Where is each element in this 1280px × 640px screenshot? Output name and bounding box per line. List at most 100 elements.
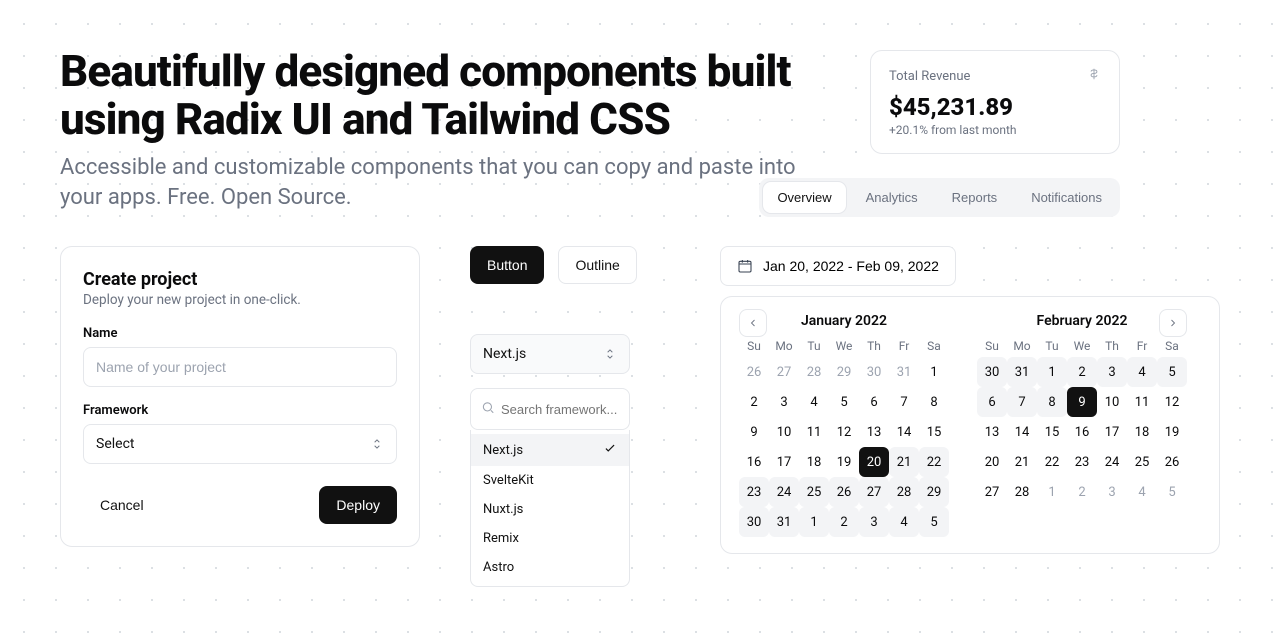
tabs: OverviewAnalyticsReportsNotifications [759,178,1120,217]
deploy-button[interactable]: Deploy [319,486,397,524]
calendar-day[interactable]: 8 [1037,387,1067,417]
calendar-day[interactable]: 28 [1007,477,1037,507]
calendar-day[interactable]: 1 [919,357,949,387]
calendar-day[interactable]: 11 [1127,387,1157,417]
calendar-day[interactable]: 22 [1037,447,1067,477]
framework-label: Framework [83,403,397,418]
calendar-day[interactable]: 19 [1157,417,1187,447]
cancel-button[interactable]: Cancel [83,486,161,524]
calendar-day[interactable]: 31 [1007,357,1037,387]
calendar-day[interactable]: 30 [977,357,1007,387]
tab-notifications[interactable]: Notifications [1017,182,1116,213]
calendar-day[interactable]: 5 [829,387,859,417]
calendar-day[interactable]: 29 [919,477,949,507]
calendar-day[interactable]: 20 [859,447,889,477]
calendar-day[interactable]: 15 [1037,417,1067,447]
combobox-option[interactable]: Next.js [471,434,629,466]
project-name-input[interactable] [83,347,397,387]
calendar-day[interactable]: 16 [739,447,769,477]
calendar-day[interactable]: 4 [889,507,919,537]
calendar-day[interactable]: 26 [1157,447,1187,477]
calendar-day[interactable]: 19 [829,447,859,477]
chevron-updown-icon [370,437,384,451]
calendar-day[interactable]: 17 [769,447,799,477]
combobox-option[interactable]: Nuxt.js [471,495,629,524]
dow-label: Mo [1007,339,1037,353]
prev-month-button[interactable] [739,309,767,337]
calendar-day[interactable]: 6 [977,387,1007,417]
calendar-day[interactable]: 18 [799,447,829,477]
calendar-day[interactable]: 1 [1037,357,1067,387]
calendar-day[interactable]: 28 [889,477,919,507]
dow-label: Fr [889,339,919,353]
calendar-day[interactable]: 23 [1067,447,1097,477]
button-primary[interactable]: Button [470,246,544,284]
calendar-day[interactable]: 27 [859,477,889,507]
framework-select[interactable]: Select [83,424,397,464]
search-icon [481,400,495,419]
calendar-day[interactable]: 22 [919,447,949,477]
calendar-day[interactable]: 24 [1097,447,1127,477]
calendar-day[interactable]: 14 [1007,417,1037,447]
calendar-day[interactable]: 20 [977,447,1007,477]
tab-analytics[interactable]: Analytics [852,182,932,213]
next-month-button[interactable] [1159,309,1187,337]
dow-label: We [829,339,859,353]
calendar-day[interactable]: 13 [977,417,1007,447]
calendar-day[interactable]: 10 [769,417,799,447]
calendar-day[interactable]: 10 [1097,387,1127,417]
dow-label: Sa [919,339,949,353]
calendar-day[interactable]: 4 [799,387,829,417]
name-label: Name [83,326,397,341]
calendar-day[interactable]: 23 [739,477,769,507]
tab-overview[interactable]: Overview [763,182,845,213]
calendar-day[interactable]: 26 [829,477,859,507]
button-outline[interactable]: Outline [558,246,636,284]
calendar-day[interactable]: 12 [1157,387,1187,417]
calendar-day[interactable]: 5 [1157,357,1187,387]
calendar-day[interactable]: 17 [1097,417,1127,447]
calendar-day[interactable]: 16 [1067,417,1097,447]
calendar-day[interactable]: 3 [769,387,799,417]
check-icon [603,441,617,459]
calendar-day[interactable]: 21 [1007,447,1037,477]
calendar-day[interactable]: 2 [829,507,859,537]
calendar-day[interactable]: 21 [889,447,919,477]
calendar-day[interactable]: 14 [889,417,919,447]
calendar-day[interactable]: 24 [769,477,799,507]
calendar-day[interactable]: 15 [919,417,949,447]
calendar-day[interactable]: 31 [769,507,799,537]
calendar-day[interactable]: 4 [1127,357,1157,387]
date-range-value: Jan 20, 2022 - Feb 09, 2022 [763,258,939,274]
calendar-day[interactable]: 11 [799,417,829,447]
calendar-day[interactable]: 12 [829,417,859,447]
calendar-day[interactable]: 9 [739,417,769,447]
calendar-day[interactable]: 25 [1127,447,1157,477]
calendar-day[interactable]: 13 [859,417,889,447]
calendar-day[interactable]: 30 [739,507,769,537]
calendar-day: 27 [769,357,799,387]
calendar-day[interactable]: 2 [1067,357,1097,387]
samples-column: Button Outline Next.js Next.jsSvelteKitN… [470,246,670,587]
calendar-day[interactable]: 3 [859,507,889,537]
calendar-day[interactable]: 27 [977,477,1007,507]
tab-reports[interactable]: Reports [938,182,1012,213]
calendar-day[interactable]: 8 [919,387,949,417]
combobox-trigger[interactable]: Next.js [470,334,630,374]
date-range-button[interactable]: Jan 20, 2022 - Feb 09, 2022 [720,246,956,286]
card-subtitle: Deploy your new project in one-click. [83,292,397,308]
calendar-day[interactable]: 7 [889,387,919,417]
combobox-option[interactable]: Astro [471,553,629,582]
dow-label: Tu [1037,339,1067,353]
combobox-option[interactable]: SvelteKit [471,466,629,495]
calendar-day[interactable]: 1 [799,507,829,537]
calendar-day[interactable]: 5 [919,507,949,537]
calendar-day[interactable]: 3 [1097,357,1127,387]
calendar-day[interactable]: 9 [1067,387,1097,417]
combobox-option[interactable]: Remix [471,524,629,553]
calendar-day[interactable]: 25 [799,477,829,507]
calendar-day[interactable]: 18 [1127,417,1157,447]
calendar-day[interactable]: 2 [739,387,769,417]
calendar-day[interactable]: 7 [1007,387,1037,417]
calendar-day[interactable]: 6 [859,387,889,417]
